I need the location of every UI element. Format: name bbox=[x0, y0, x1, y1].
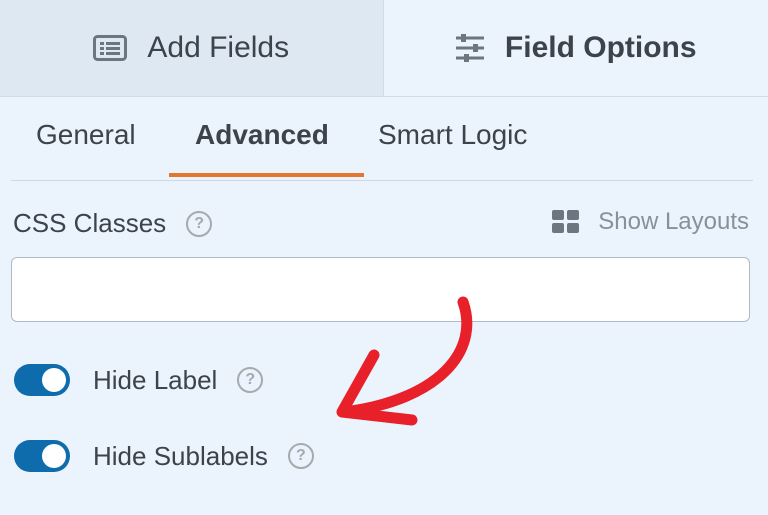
sliders-icon bbox=[455, 34, 484, 62]
hide-sublabels-row: Hide Sublabels ? bbox=[14, 440, 314, 472]
annotation-arrow-icon bbox=[336, 296, 473, 426]
help-icon[interactable]: ? bbox=[287, 443, 314, 469]
hide-sublabels-toggle[interactable] bbox=[14, 440, 70, 472]
css-classes-label-row: CSS Classes ? bbox=[13, 208, 213, 239]
show-layouts-button[interactable]: Show Layouts bbox=[552, 208, 749, 236]
hide-sublabels-label: Hide Sublabels bbox=[93, 440, 268, 471]
css-classes-label: CSS Classes bbox=[13, 208, 167, 238]
list-icon bbox=[93, 35, 128, 61]
builder-top-tabs: Add Fields Field Options bbox=[0, 0, 768, 97]
subtab-smart-logic[interactable]: Smart Logic bbox=[378, 119, 527, 151]
tab-field-options-label: Field Options bbox=[504, 31, 697, 64]
subtab-advanced[interactable]: Advanced bbox=[195, 119, 329, 151]
hide-label-toggle[interactable] bbox=[14, 364, 70, 396]
subtab-general[interactable]: General bbox=[36, 119, 136, 151]
tab-add-fields-label: Add Fields bbox=[147, 31, 290, 64]
field-options-subtabs: General Advanced Smart Logic bbox=[11, 97, 753, 181]
help-icon[interactable]: ? bbox=[186, 210, 213, 237]
hide-label-label: Hide Label bbox=[93, 364, 218, 395]
active-tab-underline bbox=[169, 173, 364, 177]
grid-icon bbox=[552, 210, 580, 233]
show-layouts-label: Show Layouts bbox=[598, 208, 749, 235]
tab-field-options[interactable]: Field Options bbox=[383, 0, 768, 96]
help-icon[interactable]: ? bbox=[237, 367, 264, 393]
hide-label-row: Hide Label ? bbox=[14, 364, 264, 396]
tab-add-fields[interactable]: Add Fields bbox=[0, 0, 384, 96]
